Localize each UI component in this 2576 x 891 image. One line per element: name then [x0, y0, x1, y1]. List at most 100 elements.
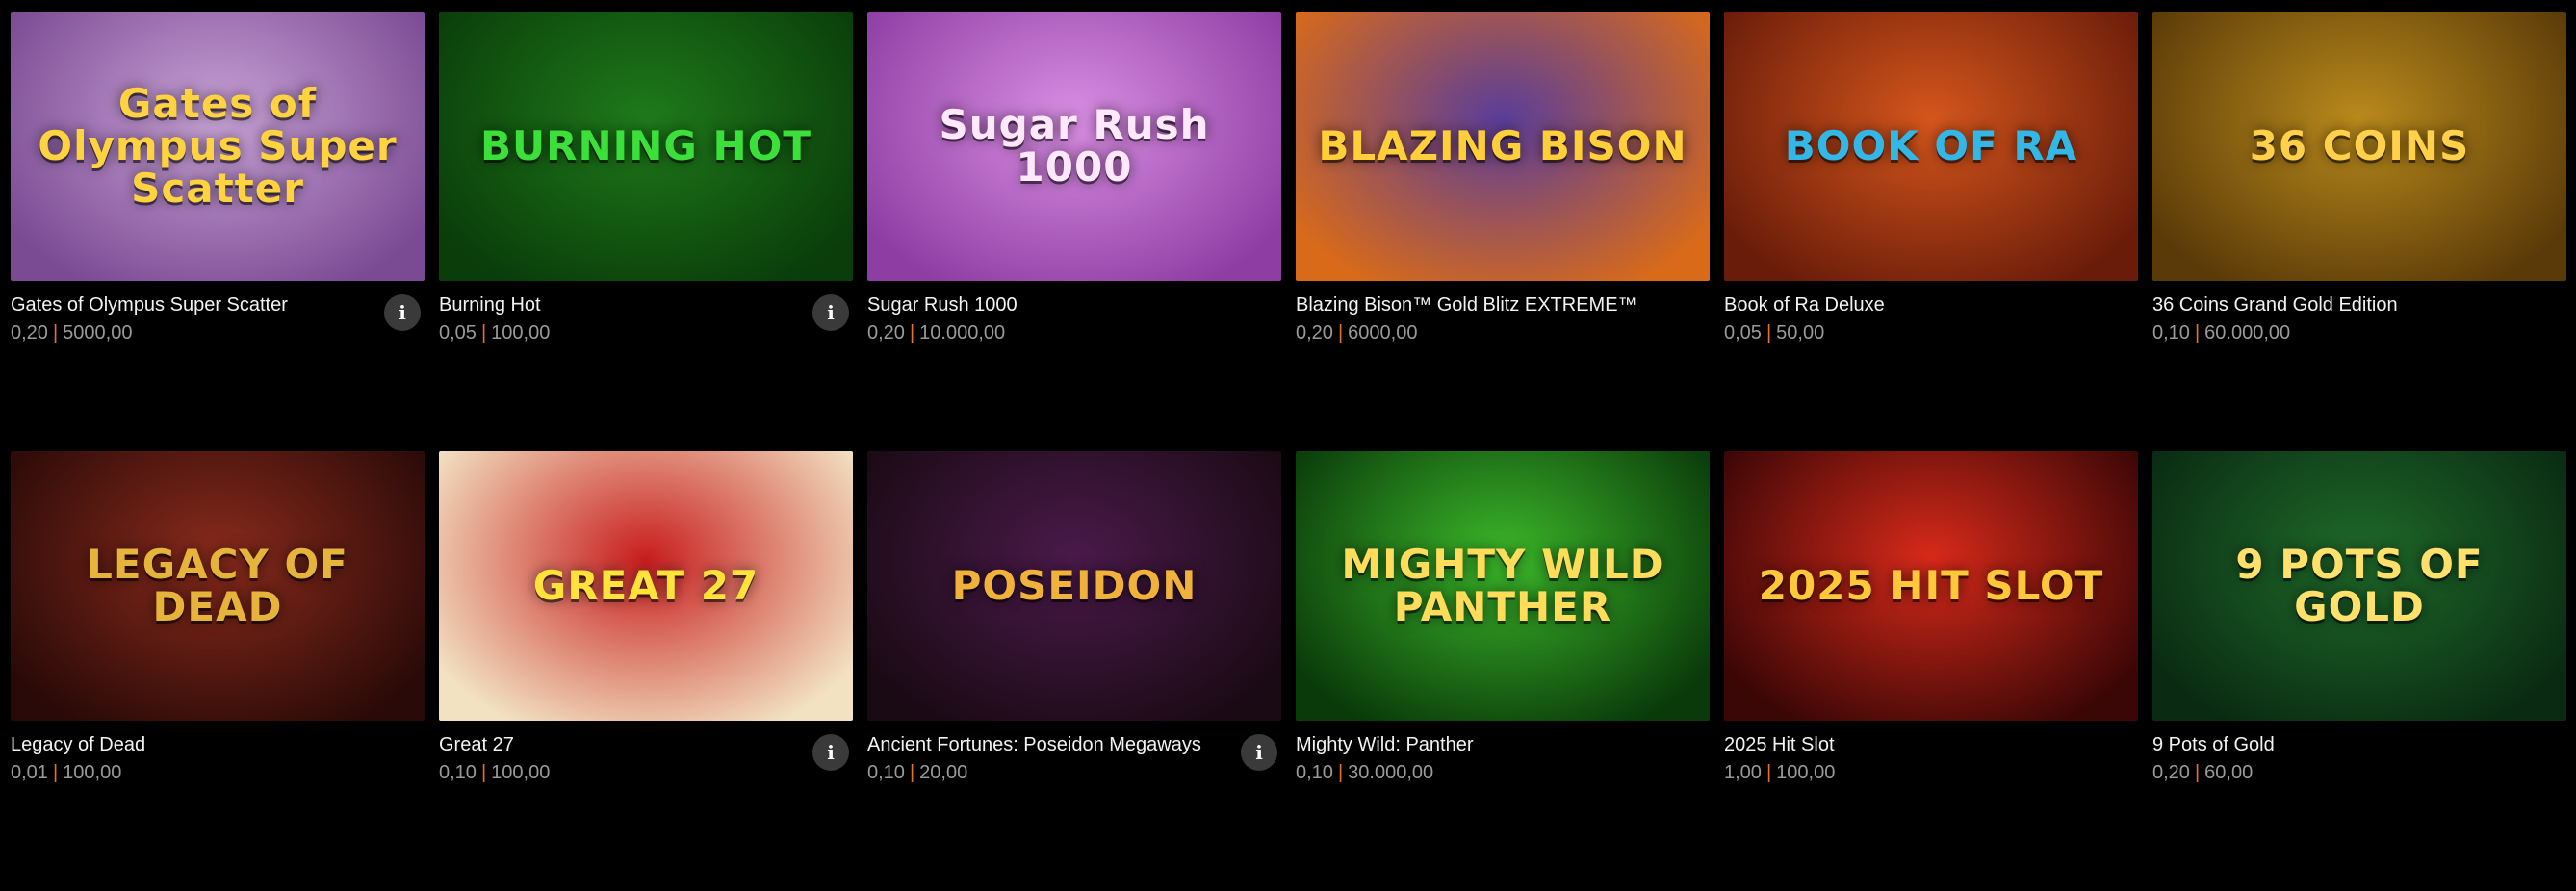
- min-bet: 0,01: [11, 762, 48, 783]
- min-bet: 0,05: [439, 322, 477, 344]
- max-bet: 30.000,00: [1348, 762, 1434, 783]
- bet-range: 0,20 | 5000,00: [11, 322, 132, 344]
- game-thumbnail[interactable]: BURNING HOT: [439, 12, 853, 281]
- game-card[interactable]: BOOK OF RA Book of Ra Deluxe 0,05 | 50,00: [1724, 12, 2138, 451]
- bet-range: 0,01 | 100,00: [11, 762, 121, 784]
- min-bet: 0,10: [439, 762, 477, 783]
- bet-range: 0,10 | 60.000,00: [2152, 322, 2290, 344]
- game-title[interactable]: Sugar Rush 1000: [867, 294, 1018, 317]
- game-title[interactable]: 9 Pots of Gold: [2152, 734, 2275, 756]
- max-bet: 100,00: [491, 322, 551, 344]
- game-meta: Book of Ra Deluxe 0,05 | 50,00: [1724, 281, 2138, 346]
- bet-range: 0,20 | 10.000,00: [867, 322, 1005, 344]
- game-thumbnail[interactable]: POSEIDON: [867, 451, 1281, 721]
- max-bet: 100,00: [1776, 762, 1836, 783]
- game-thumbnail[interactable]: BOOK OF RA: [1724, 12, 2138, 281]
- game-title[interactable]: Book of Ra Deluxe: [1724, 294, 1885, 317]
- game-logo-art: Gates of Olympus Super Scatter: [38, 79, 398, 213]
- game-title[interactable]: Legacy of Dead: [11, 734, 145, 756]
- game-card[interactable]: 9 POTS OF GOLD 9 Pots of Gold 0,20 | 60,00: [2152, 451, 2566, 891]
- bet-separator: |: [1765, 762, 1772, 783]
- game-logo-art: BLAZING BISON: [1318, 121, 1687, 169]
- bet-range: 0,20 | 60,00: [2152, 762, 2253, 784]
- game-logo-art: POSEIDON: [951, 561, 1198, 609]
- min-bet: 0,10: [2152, 322, 2190, 344]
- bet-separator: |: [2194, 322, 2201, 344]
- game-title[interactable]: Gates of Olympus Super Scatter: [11, 294, 288, 317]
- bet-separator: |: [1337, 322, 1344, 344]
- game-title[interactable]: Ancient Fortunes: Poseidon Megaways: [867, 734, 1201, 756]
- info-icon[interactable]: i: [812, 294, 849, 331]
- bet-separator: |: [52, 322, 59, 344]
- max-bet: 50,00: [1776, 322, 1825, 344]
- game-title[interactable]: Great 27: [439, 734, 514, 756]
- game-meta: Sugar Rush 1000 0,20 | 10.000,00: [867, 281, 1281, 346]
- game-meta: 2025 Hit Slot 1,00 | 100,00: [1724, 721, 2138, 786]
- max-bet: 20,00: [919, 762, 968, 783]
- game-title[interactable]: Burning Hot: [439, 294, 541, 317]
- game-logo-art: GREAT 27: [532, 561, 760, 609]
- game-card[interactable]: BLAZING BISON Blazing Bison™ Gold Blitz E…: [1296, 12, 1710, 451]
- game-title[interactable]: 36 Coins Grand Gold Edition: [2152, 294, 2398, 317]
- min-bet: 0,20: [1296, 322, 1333, 344]
- game-meta: Blazing Bison™ Gold Blitz EXTREME™ 0,20 | 6…: [1296, 281, 1710, 346]
- bet-range: 0,10 | 20,00: [867, 762, 967, 784]
- bet-separator: |: [2194, 762, 2201, 783]
- game-meta: 9 Pots of Gold 0,20 | 60,00: [2152, 721, 2566, 786]
- game-grid: Gates of Olympus Super Scatter Gates of O…: [11, 12, 2566, 891]
- min-bet: 0,10: [1296, 762, 1333, 783]
- game-card[interactable]: POSEIDON Ancient Fortunes: Poseidon Megaw…: [867, 451, 1281, 891]
- max-bet: 100,00: [491, 762, 551, 783]
- game-card[interactable]: GREAT 27 Great 27 0,10 | 100,00 i: [439, 451, 853, 891]
- game-meta: Mighty Wild: Panther 0,10 | 30.000,00: [1296, 721, 1710, 786]
- game-meta: 36 Coins Grand Gold Edition 0,10 | 60.000,0…: [2152, 281, 2566, 346]
- game-thumbnail[interactable]: 2025 HIT SLOT: [1724, 451, 2138, 721]
- max-bet: 5000,00: [63, 322, 133, 344]
- game-card[interactable]: 2025 HIT SLOT 2025 Hit Slot 1,00 | 100,00: [1724, 451, 2138, 891]
- game-logo-art: BURNING HOT: [480, 121, 811, 169]
- game-thumbnail[interactable]: GREAT 27: [439, 451, 853, 721]
- bet-separator: |: [480, 322, 487, 344]
- game-card[interactable]: Gates of Olympus Super Scatter Gates of O…: [11, 12, 425, 451]
- game-card[interactable]: LEGACY OF DEAD Legacy of Dead 0,01 | 100,00: [11, 451, 425, 891]
- bet-range: 0,20 | 6000,00: [1296, 322, 1417, 344]
- game-thumbnail[interactable]: MIGHTY WILD PANTHER: [1296, 451, 1710, 721]
- info-icon[interactable]: i: [1241, 734, 1277, 771]
- game-meta: Ancient Fortunes: Poseidon Megaways 0,10 |…: [867, 721, 1281, 786]
- game-title[interactable]: 2025 Hit Slot: [1724, 734, 1835, 756]
- max-bet: 100,00: [63, 762, 122, 783]
- game-meta: Burning Hot 0,05 | 100,00 i: [439, 281, 853, 346]
- game-thumbnail[interactable]: LEGACY OF DEAD: [11, 451, 425, 721]
- game-title[interactable]: Mighty Wild: Panther: [1296, 734, 1474, 756]
- game-thumbnail[interactable]: 36 COINS: [2152, 12, 2566, 281]
- game-logo-art: 2025 HIT SLOT: [1758, 561, 2104, 609]
- game-logo-art: BOOK OF RA: [1784, 121, 2078, 169]
- min-bet: 1,00: [1724, 762, 1762, 783]
- game-card[interactable]: 36 COINS 36 Coins Grand Gold Edition 0,10 |…: [2152, 12, 2566, 451]
- game-card[interactable]: MIGHTY WILD PANTHER Mighty Wild: Panther 0…: [1296, 451, 1710, 891]
- min-bet: 0,10: [867, 762, 905, 783]
- game-logo-art: LEGACY OF DEAD: [87, 540, 348, 630]
- game-thumbnail[interactable]: 9 POTS OF GOLD: [2152, 451, 2566, 721]
- bet-range: 1,00 | 100,00: [1724, 762, 1835, 784]
- min-bet: 0,05: [1724, 322, 1762, 344]
- game-thumbnail[interactable]: Gates of Olympus Super Scatter: [11, 12, 425, 281]
- game-logo-art: MIGHTY WILD PANTHER: [1341, 540, 1664, 630]
- info-icon[interactable]: i: [812, 734, 849, 771]
- game-card[interactable]: BURNING HOT Burning Hot 0,05 | 100,00 i: [439, 12, 853, 451]
- game-card[interactable]: Sugar Rush 1000 Sugar Rush 1000 0,20 | 10.00…: [867, 12, 1281, 451]
- bet-range: 0,10 | 30.000,00: [1296, 762, 1433, 784]
- bet-separator: |: [1337, 762, 1344, 783]
- bet-separator: |: [52, 762, 59, 783]
- game-logo-art: 36 COINS: [2249, 121, 2470, 169]
- max-bet: 10.000,00: [919, 322, 1006, 344]
- max-bet: 60,00: [2204, 762, 2254, 783]
- info-icon[interactable]: i: [384, 294, 421, 331]
- bet-range: 0,05 | 100,00: [439, 322, 550, 344]
- min-bet: 0,20: [11, 322, 48, 344]
- game-title[interactable]: Blazing Bison™ Gold Blitz EXTREME™: [1296, 294, 1637, 317]
- bet-range: 0,10 | 100,00: [439, 762, 550, 784]
- game-thumbnail[interactable]: BLAZING BISON: [1296, 12, 1710, 281]
- game-logo-art: 9 POTS OF GOLD: [2235, 540, 2484, 630]
- game-thumbnail[interactable]: Sugar Rush 1000: [867, 12, 1281, 281]
